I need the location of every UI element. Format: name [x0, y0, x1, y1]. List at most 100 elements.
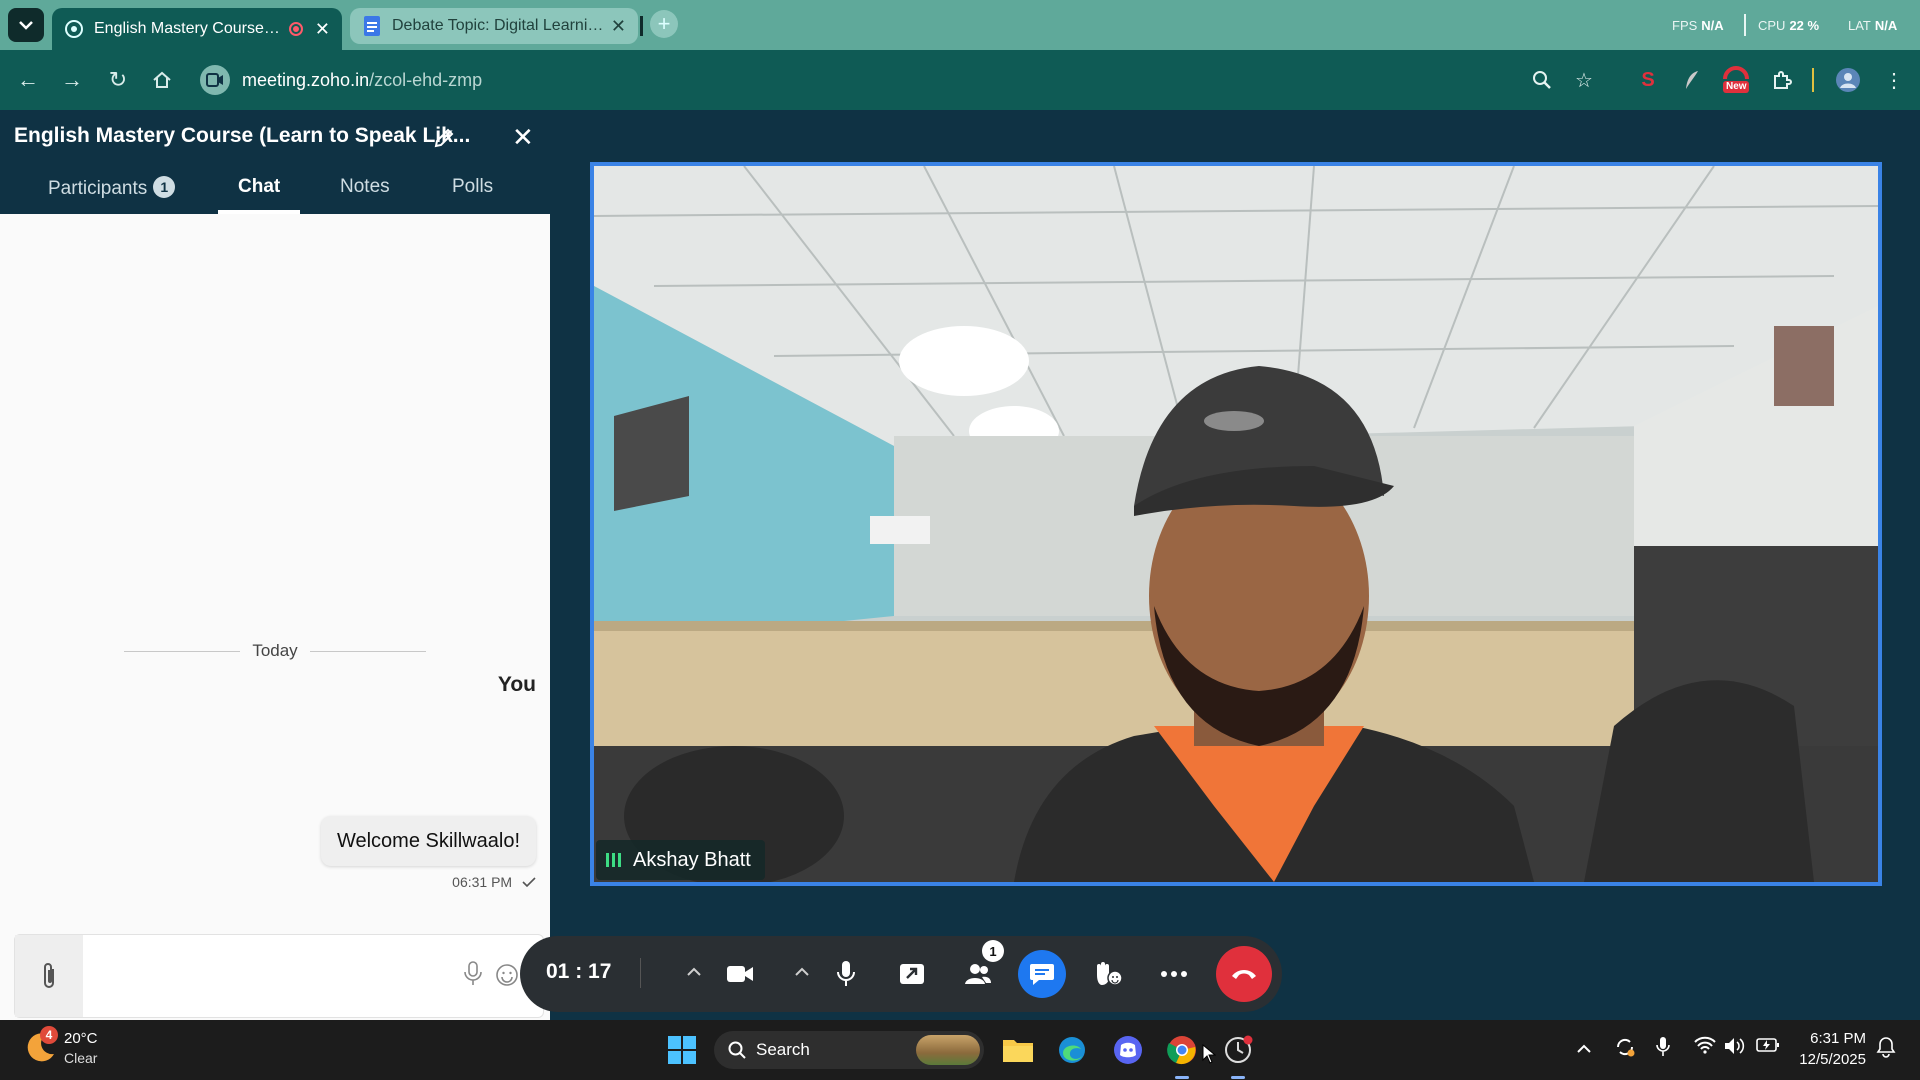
edit-pencil-icon[interactable] [432, 126, 456, 150]
site-info-icon[interactable] [200, 65, 230, 95]
discord-icon[interactable] [1108, 1030, 1148, 1070]
sync-icon[interactable] [1614, 1036, 1636, 1063]
latency-readout: LAT N/A [1848, 18, 1898, 33]
toolbar-divider [1812, 68, 1814, 92]
tab-title: English Mastery Course (Learn to Speak L… [94, 20, 283, 37]
tab-polls[interactable]: Polls [452, 176, 493, 198]
recording-indicator-icon [288, 22, 303, 36]
microphone-tray-icon[interactable] [1656, 1036, 1670, 1063]
running-app-indicator [1175, 1076, 1189, 1079]
fps-readout: FPS N/A [1672, 18, 1724, 33]
extension-s-icon[interactable]: S [1632, 64, 1664, 96]
day-divider-line [310, 651, 426, 652]
microphone-icon [464, 961, 482, 985]
message-sender: You [497, 673, 536, 696]
running-app-indicator [1231, 1076, 1245, 1079]
participants-count-badge: 1 [982, 940, 1004, 962]
file-explorer-icon[interactable] [998, 1030, 1038, 1070]
participant-name-tag: Akshay Bhatt [596, 840, 765, 880]
notifications-bell-icon[interactable] [1876, 1036, 1896, 1063]
call-timer: 01 : 17 [546, 960, 612, 983]
battery-icon[interactable] [1756, 1037, 1780, 1058]
close-tab-icon[interactable]: ✕ [611, 16, 626, 37]
chrome-icon[interactable] [1162, 1030, 1202, 1070]
extension-new-icon[interactable]: New [1718, 64, 1754, 96]
forward-button[interactable]: → [56, 64, 88, 96]
close-tab-icon[interactable]: ✕ [315, 19, 330, 40]
participant-video-tile[interactable]: Akshay Bhatt [590, 162, 1882, 886]
chat-bubble-icon [1030, 964, 1054, 985]
close-panel-icon[interactable]: ✕ [512, 122, 534, 153]
back-button[interactable]: ← [12, 64, 44, 96]
call-control-bar: 01 : 17 1 [520, 936, 1282, 1012]
message-timestamp: 06:31 PM [452, 874, 536, 890]
home-button[interactable] [146, 64, 178, 96]
clock-date[interactable]: 12/5/2025 [1799, 1051, 1866, 1068]
chat-message-input[interactable] [85, 935, 455, 1017]
participant-name: Akshay Bhatt [633, 848, 751, 871]
meeting-title: English Mastery Course (Learn to Speak L… [14, 124, 471, 147]
end-call-button[interactable] [1216, 946, 1272, 1002]
attach-button[interactable] [15, 935, 83, 1017]
reload-button[interactable]: ↻ [102, 64, 134, 96]
weather-temperature[interactable]: 20°C [64, 1030, 98, 1047]
taskbar-search[interactable]: Search [714, 1031, 984, 1069]
edge-browser-icon[interactable] [1052, 1030, 1092, 1070]
chevron-up-icon [795, 967, 809, 976]
raise-hand-reactions-button[interactable] [1084, 950, 1132, 998]
browser-menu-icon[interactable]: ⋮ [1878, 64, 1910, 96]
share-screen-button[interactable] [888, 950, 936, 998]
tab-debate-topic[interactable]: Debate Topic: Digital Learning vs Tradit… [350, 8, 638, 44]
new-tab-button[interactable]: + [650, 10, 678, 38]
more-dots-icon [1161, 971, 1187, 977]
tab-divider [640, 16, 643, 36]
search-highlight-image [916, 1035, 980, 1065]
show-hidden-icons-button[interactable] [1576, 1038, 1592, 1059]
screen-recorder-icon[interactable] [1218, 1030, 1258, 1070]
search-icon [728, 1041, 746, 1059]
address-bar[interactable]: meeting.zoho.in/zcol-ehd-zmp [200, 60, 1500, 100]
tab-english-mastery[interactable]: English Mastery Course (Learn to Speak L… [52, 8, 342, 50]
browser-toolbar: ← → ↻ meeting.zoho.in/zcol-ehd-zmp ☆ S N… [0, 50, 1920, 110]
active-tab-underline [218, 210, 300, 214]
more-options-button[interactable] [1150, 950, 1198, 998]
wifi-icon[interactable] [1694, 1036, 1716, 1059]
microphone-toggle-button[interactable] [822, 950, 870, 998]
camera-toggle-button[interactable] [716, 950, 764, 998]
tab-notes[interactable]: Notes [340, 176, 390, 198]
weather-description[interactable]: Clear [64, 1050, 97, 1066]
hang-up-phone-icon [1232, 970, 1256, 979]
day-divider-label: Today [252, 641, 298, 660]
chat-panel-header: English Mastery Course (Learn to Speak L… [0, 110, 550, 214]
zoom-icon[interactable] [1526, 64, 1558, 96]
home-icon [153, 71, 171, 88]
cpu-readout: CPU 22 % [1758, 18, 1820, 33]
callbar-divider [640, 958, 641, 988]
audio-options-caret[interactable] [792, 962, 812, 982]
chat-message-bubble: Welcome Skillwaalo! [320, 816, 536, 866]
start-button[interactable] [662, 1030, 702, 1070]
tab-chat[interactable]: Chat [238, 176, 280, 198]
volume-icon[interactable] [1724, 1036, 1746, 1061]
video-feed-image [594, 166, 1878, 882]
tab-search-button[interactable] [8, 8, 44, 42]
clock-time[interactable]: 6:31 PM [1810, 1030, 1866, 1047]
emoji-button[interactable] [495, 963, 519, 992]
profile-avatar[interactable] [1832, 64, 1864, 96]
chat-button[interactable] [1018, 950, 1066, 998]
voice-message-button[interactable] [463, 961, 483, 992]
url-text: meeting.zoho.in/zcol-ehd-zmp [242, 69, 483, 90]
extensions-puzzle-icon[interactable] [1766, 64, 1798, 96]
video-camera-icon [727, 966, 753, 982]
chevron-up-icon [687, 967, 701, 976]
audio-level-icon [606, 853, 621, 867]
search-label: Search [756, 1040, 810, 1059]
chevron-up-icon [1577, 1044, 1591, 1053]
video-options-caret[interactable] [684, 962, 704, 982]
browser-tab-strip: English Mastery Course (Learn to Speak L… [0, 0, 1920, 50]
extension-feather-icon[interactable] [1676, 64, 1708, 96]
perf-divider [1744, 14, 1746, 36]
chevron-down-icon [19, 21, 33, 30]
bookmark-star-icon[interactable]: ☆ [1568, 64, 1600, 96]
tab-participants[interactable]: Participants 1 [48, 176, 176, 200]
